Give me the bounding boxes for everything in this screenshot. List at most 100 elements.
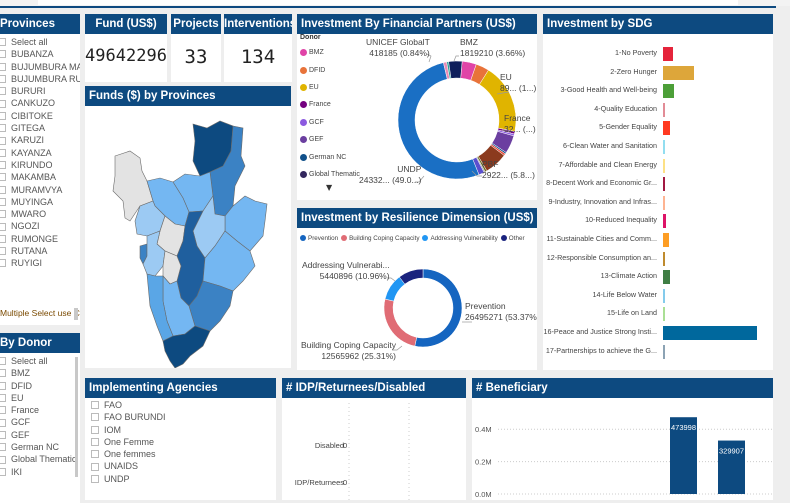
sdg-row[interactable]: 12-Responsible Consumption an... bbox=[543, 250, 773, 268]
checkbox[interactable] bbox=[91, 438, 99, 447]
checkbox[interactable] bbox=[0, 357, 6, 366]
sdg-row[interactable]: 11-Sustainable Cities and Comm... bbox=[543, 231, 773, 249]
donut-slice-prevention[interactable] bbox=[414, 268, 463, 348]
checkbox[interactable] bbox=[91, 462, 99, 471]
agency-item[interactable]: UNDP bbox=[91, 473, 276, 485]
donut-slice-undp[interactable] bbox=[397, 62, 480, 180]
sdg-row[interactable]: 5-Gender Equality bbox=[543, 119, 773, 137]
agency-item[interactable]: FAO BURUNDI bbox=[91, 411, 276, 423]
province-item[interactable]: CANKUZO bbox=[0, 97, 80, 109]
sdg-bar[interactable] bbox=[663, 251, 665, 266]
province-item[interactable]: BUBANZA bbox=[0, 48, 80, 60]
checkbox[interactable] bbox=[0, 259, 6, 268]
checkbox[interactable] bbox=[0, 38, 6, 47]
sdg-bar[interactable] bbox=[663, 177, 665, 192]
donor-item[interactable]: GCF bbox=[0, 416, 80, 428]
checkbox[interactable] bbox=[0, 62, 6, 71]
provinces-scrollbar[interactable] bbox=[74, 308, 78, 320]
sdg-row[interactable]: 17-Partnerships to achieve the G... bbox=[543, 343, 773, 361]
checkbox[interactable] bbox=[0, 222, 6, 231]
sdg-row[interactable]: 8-Decent Work and Economic Gr... bbox=[543, 175, 773, 193]
donor-item[interactable]: DFID bbox=[0, 380, 80, 392]
checkbox[interactable] bbox=[0, 455, 6, 464]
checkbox[interactable] bbox=[0, 198, 6, 206]
province-item[interactable]: BURURI bbox=[0, 85, 80, 97]
donut-slice-other[interactable] bbox=[399, 268, 424, 285]
checkbox[interactable] bbox=[0, 173, 6, 182]
province-item[interactable]: Select all bbox=[0, 36, 80, 48]
donor-scrollbar[interactable] bbox=[75, 357, 78, 477]
sdg-bar[interactable] bbox=[663, 195, 665, 210]
donor-item[interactable]: BMZ bbox=[0, 367, 80, 379]
sdg-bar[interactable] bbox=[663, 344, 665, 359]
donut-slice-global-thematic[interactable] bbox=[448, 60, 463, 79]
agency-item[interactable]: UNAIDS bbox=[91, 460, 276, 472]
sdg-bar[interactable] bbox=[663, 84, 675, 99]
checkbox[interactable] bbox=[91, 401, 99, 410]
donor-item[interactable]: France bbox=[0, 404, 80, 416]
sdg-bar[interactable] bbox=[663, 233, 669, 247]
province-item[interactable]: NGOZI bbox=[0, 220, 80, 232]
agency-item[interactable]: IOM bbox=[91, 424, 276, 436]
checkbox[interactable] bbox=[0, 394, 6, 403]
checkbox[interactable] bbox=[0, 467, 6, 476]
donor-item[interactable]: German NC bbox=[0, 441, 80, 453]
checkbox[interactable] bbox=[0, 406, 6, 415]
checkbox[interactable] bbox=[0, 75, 6, 84]
sdg-row[interactable]: 7-Affordable and Clean Energy bbox=[543, 157, 773, 175]
province-item[interactable]: KAYANZA bbox=[0, 147, 80, 159]
sdg-bar[interactable] bbox=[663, 65, 695, 80]
checkbox[interactable] bbox=[0, 210, 6, 219]
sdg-row[interactable]: 14-Life Below Water bbox=[543, 287, 773, 305]
sdg-bar[interactable] bbox=[663, 270, 670, 285]
checkbox[interactable] bbox=[0, 247, 6, 256]
checkbox[interactable] bbox=[0, 50, 6, 59]
sdg-row[interactable]: 13-Climate Action bbox=[543, 268, 773, 286]
agency-item[interactable]: FAO bbox=[91, 399, 276, 411]
agency-item[interactable]: One Femme bbox=[91, 436, 276, 448]
checkbox[interactable] bbox=[91, 425, 99, 434]
sdg-row[interactable]: 4-Quality Education bbox=[543, 101, 773, 119]
checkbox[interactable] bbox=[0, 430, 6, 439]
province-item[interactable]: GITEGA bbox=[0, 122, 80, 134]
checkbox[interactable] bbox=[0, 234, 6, 243]
checkbox[interactable] bbox=[0, 443, 6, 452]
province-item[interactable]: RUYIGI bbox=[0, 257, 80, 269]
province-item[interactable]: RUMONGE bbox=[0, 233, 80, 245]
sdg-row[interactable]: 9-Industry, Innovation and Infras... bbox=[543, 194, 773, 212]
province-item[interactable]: CIBITOKE bbox=[0, 110, 80, 122]
sdg-row[interactable]: 15-Life on Land bbox=[543, 305, 773, 323]
donor-item[interactable]: GEF bbox=[0, 429, 80, 441]
checkbox[interactable] bbox=[0, 111, 6, 120]
sdg-row[interactable]: 16-Peace and Justice Strong Insti... bbox=[543, 324, 773, 342]
checkbox[interactable] bbox=[0, 369, 6, 378]
province-item[interactable]: BUJUMBURA RURAL bbox=[0, 73, 80, 85]
checkbox[interactable] bbox=[0, 381, 6, 390]
checkbox[interactable] bbox=[0, 148, 6, 157]
checkbox[interactable] bbox=[91, 450, 99, 459]
province-item[interactable]: MAKAMBA bbox=[0, 171, 80, 183]
donor-item[interactable]: EU bbox=[0, 392, 80, 404]
sdg-bar[interactable] bbox=[663, 214, 666, 229]
sdg-bar[interactable] bbox=[663, 307, 665, 322]
province-item[interactable]: MURAMVYA bbox=[0, 184, 80, 196]
sdg-bar[interactable] bbox=[663, 288, 665, 303]
sdg-bar[interactable] bbox=[663, 140, 665, 154]
sdg-row[interactable]: 6-Clean Water and Sanitation bbox=[543, 138, 773, 156]
donor-item[interactable]: Select all bbox=[0, 355, 80, 367]
sdg-row[interactable]: 2-Zero Hunger bbox=[543, 64, 773, 82]
sdg-row[interactable]: 1-No Poverty bbox=[543, 45, 773, 63]
sdg-bar[interactable] bbox=[663, 102, 665, 117]
checkbox[interactable] bbox=[91, 474, 99, 483]
province-item[interactable]: MUYINGA bbox=[0, 196, 80, 208]
checkbox[interactable] bbox=[0, 136, 6, 145]
sdg-bar[interactable] bbox=[663, 121, 670, 136]
checkbox[interactable] bbox=[0, 418, 6, 427]
checkbox[interactable] bbox=[0, 124, 6, 133]
sdg-bar[interactable] bbox=[663, 158, 665, 173]
province-item[interactable]: BUJUMBURA MAIRIE bbox=[0, 61, 80, 73]
province-item[interactable]: RUTANA bbox=[0, 245, 80, 257]
agency-item[interactable]: One femmes bbox=[91, 448, 276, 460]
sdg-bar[interactable] bbox=[663, 47, 674, 61]
checkbox[interactable] bbox=[0, 161, 6, 170]
